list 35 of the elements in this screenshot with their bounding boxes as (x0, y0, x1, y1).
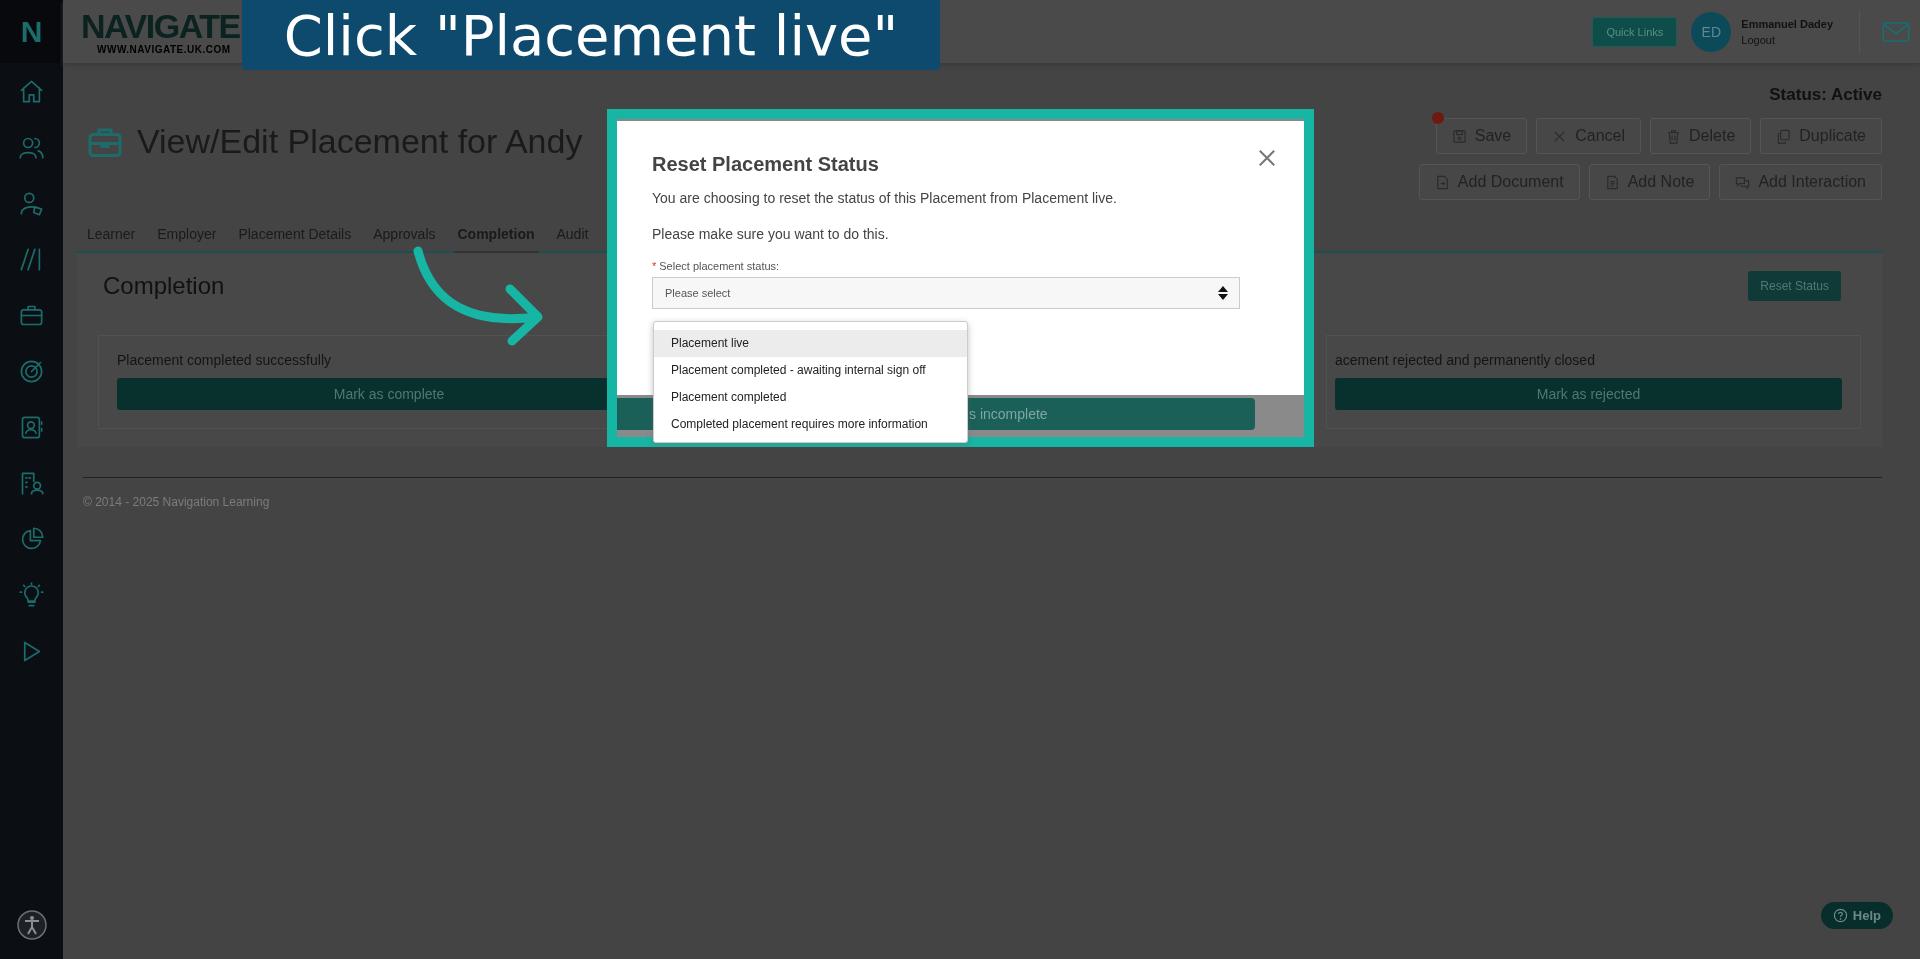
bulb-icon[interactable] (18, 582, 45, 609)
interaction-icon (1735, 174, 1751, 190)
app-logo[interactable]: N (0, 0, 63, 63)
quick-links-button[interactable]: Quick Links (1592, 16, 1678, 47)
accessibility-icon[interactable] (15, 909, 48, 941)
reset-status-button[interactable]: Reset Status (1748, 271, 1841, 301)
section-heading: Completion (103, 272, 225, 300)
user-avatar[interactable]: ED (1691, 11, 1732, 52)
copyright-text: © 2014 - 2025 Navigation Learning (83, 495, 270, 509)
modal-note: Please make sure you want to do this. (652, 226, 890, 242)
user-name: Emmanuel Dadey (1741, 17, 1833, 30)
mark-button[interactable]: Mark as rejected (1335, 378, 1842, 410)
home-icon[interactable] (18, 78, 45, 105)
logout-link[interactable]: Logout (1741, 33, 1833, 46)
dropdown-option[interactable]: Placement live (654, 330, 967, 357)
document-icon (1434, 174, 1450, 190)
instruction-banner: Click "Placement live" (242, 0, 940, 70)
help-icon (1832, 908, 1848, 923)
note-icon (1604, 174, 1620, 190)
close-icon[interactable] (1258, 149, 1276, 167)
sort-icon (1217, 285, 1229, 301)
navigate-logo[interactable]: NAVIGATE (81, 8, 240, 43)
save-icon (1451, 128, 1467, 144)
help-button[interactable]: Help (1820, 902, 1893, 929)
duplicate-icon (1776, 128, 1792, 144)
delete-icon (1666, 128, 1682, 144)
field-label: Select placement status: (659, 260, 780, 272)
required-marker: * (652, 260, 657, 272)
modal-title: Reset Placement Status (652, 153, 880, 176)
dropdown-option[interactable]: Completed placement requires more information (654, 411, 967, 438)
target-icon[interactable] (18, 358, 45, 385)
status-select[interactable]: Please select (652, 277, 1240, 309)
user-tag-icon[interactable] (18, 190, 45, 217)
modal-message: You are choosing to reset the status of this Placement from Placement live. (652, 190, 1118, 206)
logo-url: WWW.NAVIGATE.UK.COM (97, 44, 232, 55)
